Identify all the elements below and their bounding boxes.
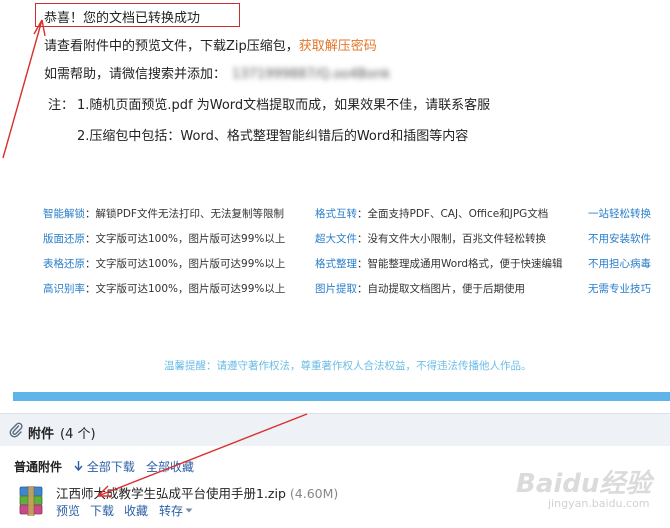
instruction-line-2: 如需帮助，请微信搜索并添加： 1371999887/Q.oo4Bonk <box>44 63 390 82</box>
feature-right-2: 不用安装软件 <box>588 233 651 245</box>
normal-attachments-label: 普通附件 <box>14 460 63 474</box>
feature-mid-1: 格式互转：全面支持PDF、CAJ、Office和JPG文档 <box>315 208 549 220</box>
feature-left-1: 智能解锁：解锁PDF文件无法打印、无法复制等限制 <box>43 208 284 220</box>
download-button[interactable]: 下载 <box>90 502 114 519</box>
attachments-title: 附件 <box>28 427 55 442</box>
save-to-button[interactable]: 转存 <box>159 502 193 519</box>
instruction-line-1: 请查看附件中的预览文件，下载Zip压缩包，获取解压密码 <box>44 35 377 54</box>
note-label: 注： <box>48 98 75 113</box>
copyright-tip: 温馨提醒：请遵守著作权法，尊重著作权人合法权益，不得违法传播他人作品。 <box>164 360 532 372</box>
feature-mid-4: 图片提取：自动提取文档图片，便于后期使用 <box>315 283 525 295</box>
winrar-archive-icon <box>19 486 43 516</box>
paperclip-icon <box>9 422 23 438</box>
feature-left-4: 高识别率：文字版可达100%，图片版可达99%以上 <box>43 283 286 295</box>
feature-mid-3: 格式整理：智能整理成通用Word格式，便于快速编辑 <box>315 258 563 270</box>
instruction-text: 请查看附件中的预览文件，下载Zip压缩包， <box>44 39 299 54</box>
blurred-contact-id: 1371999887/Q.oo4Bonk <box>232 67 391 82</box>
help-text: 如需帮助，请微信搜索并添加： <box>44 67 227 82</box>
note-item-1: 1.随机页面预览.pdf 为Word文档提取而成，如果效果不佳，请联系客服 <box>77 98 491 113</box>
feature-left-3: 表格还原：文字版可达100%，图片版可达99%以上 <box>43 258 286 270</box>
preview-button[interactable]: 预览 <box>56 502 80 519</box>
file-name-text: 江西师大成教学生弘成平台使用手册1.zip <box>56 486 286 501</box>
baidu-watermark: Baidu经验 <box>516 469 652 499</box>
get-password-link[interactable]: 获取解压密码 <box>299 39 377 54</box>
save-to-label: 转存 <box>159 504 184 518</box>
attachments-header: 附件 (4 个) <box>0 413 670 446</box>
favorite-all-button[interactable]: 全部收藏 <box>146 458 194 475</box>
divider-bar <box>13 392 670 401</box>
download-all-button[interactable]: 全部下载 <box>74 458 135 475</box>
baidu-watermark-url: jingyan.baidu.com <box>548 497 650 510</box>
favorite-button[interactable]: 收藏 <box>124 502 148 519</box>
chevron-down-icon <box>185 508 193 513</box>
feature-right-3: 不用担心病毒 <box>588 258 651 270</box>
note-item-2: 2.压缩包中包括：Word、格式整理智能纠错后的Word和插图等内容 <box>77 129 469 144</box>
feature-mid-2: 超大文件：没有文件大小限制，百兆文件轻松转换 <box>315 233 546 245</box>
feature-left-2: 版面还原：文字版可达100%，图片版可达99%以上 <box>43 233 286 245</box>
file-size: (4.60M) <box>289 486 339 501</box>
annotation-arrow-top <box>2 19 46 159</box>
attachments-count: (4 个) <box>60 427 96 442</box>
download-arrow-icon <box>74 461 83 472</box>
file-name: 江西师大成教学生弘成平台使用手册1.zip (4.60M) <box>56 483 338 502</box>
feature-right-4: 无需专业技巧 <box>588 283 651 295</box>
download-all-label: 全部下载 <box>86 460 135 474</box>
feature-right-1: 一站轻松转换 <box>588 208 651 220</box>
success-message: 恭喜！您的文档已转换成功 <box>44 11 201 26</box>
